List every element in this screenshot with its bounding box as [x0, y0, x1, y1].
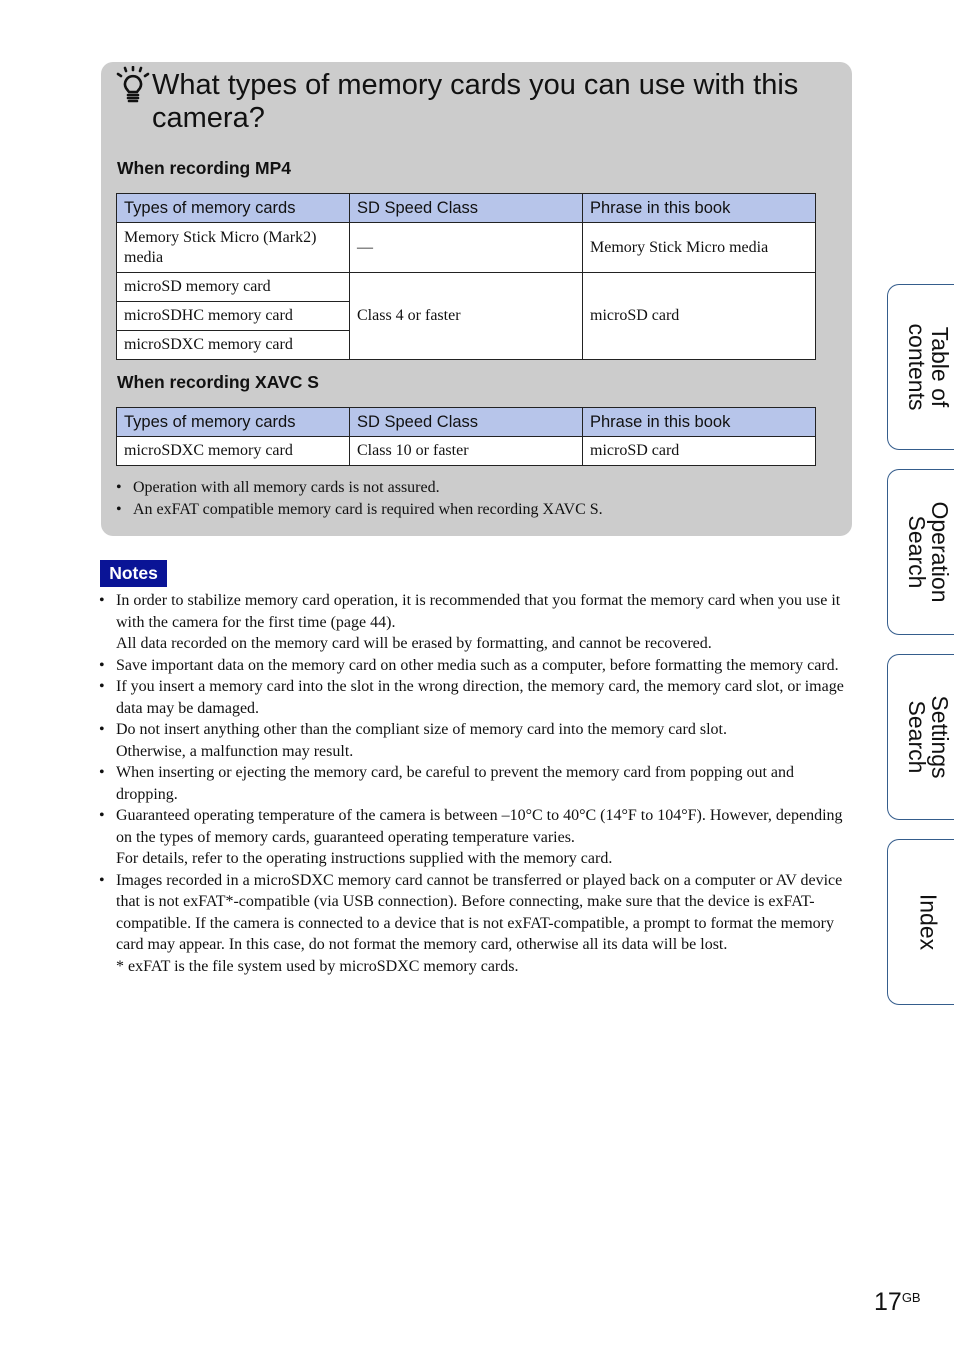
table-cell-speed: Class 10 or faster [349, 436, 583, 466]
column-header: Types of memory cards [116, 407, 350, 437]
list-item: An exFAT compatible memory card is requi… [116, 499, 603, 521]
note-text: Save important data on the memory card o… [116, 656, 839, 674]
note-item: Save important data on the memory card o… [99, 655, 859, 677]
xavc-section-heading: When recording XAVC S [117, 372, 319, 392]
tab-label: Settings Search [904, 695, 953, 779]
page-number: 17GB [874, 1288, 921, 1317]
note-item: Guaranteed operating temperature of the … [99, 805, 859, 870]
tab-settings-search[interactable]: Settings Search [887, 654, 954, 820]
note-subtext: Otherwise, a malfunction may result. [116, 742, 354, 760]
mp4-section-heading: When recording MP4 [117, 158, 292, 178]
note-subtext: All data recorded on the memory card wil… [116, 635, 712, 652]
table-cell-type: microSDHC memory card [116, 301, 350, 331]
table-cell-type: microSDXC memory card [116, 330, 350, 360]
note-subtext: For details, refer to the operating inst… [116, 850, 613, 867]
note-item: If you insert a memory card into the slo… [99, 676, 859, 719]
table-cell-type: microSDXC memory card [116, 436, 350, 466]
footnote: * exFAT is the file system used by micro… [116, 957, 519, 975]
note-text: Images recorded in a microSDXC memory ca… [116, 871, 843, 954]
table-cell-phrase: microSD card [582, 436, 816, 466]
tab-table-of-contents[interactable]: Table of contents [887, 284, 954, 450]
note-text: In order to stabilize memory card operat… [116, 592, 841, 631]
note-item: Do not insert anything other than the co… [99, 719, 859, 762]
list-item: Operation with all memory cards is not a… [116, 477, 603, 499]
table-cell-speed: Class 4 or faster [349, 272, 583, 360]
tab-index[interactable]: Index [887, 839, 954, 1005]
column-header: SD Speed Class [349, 407, 583, 437]
table-cell-phrase: Memory Stick Micro media [582, 222, 816, 273]
page-suffix: GB [901, 1290, 921, 1305]
table-header-row: Types of memory cards SD Speed Class Phr… [116, 407, 816, 437]
note-text: Guaranteed operating temperature of the … [116, 807, 843, 846]
tab-label: Operation Search [904, 501, 953, 603]
xavc-memory-card-table: Types of memory cards SD Speed Class Phr… [116, 407, 816, 466]
panel-bullet-list: Operation with all memory cards is not a… [116, 477, 603, 521]
column-header: SD Speed Class [349, 193, 583, 223]
note-item: Images recorded in a microSDXC memory ca… [99, 870, 859, 956]
table-cell-type: Memory Stick Micro (Mark2) media [116, 222, 350, 273]
note-text: Do not insert anything other than the co… [116, 721, 727, 738]
column-header: Phrase in this book [582, 193, 816, 223]
table-header-row: Types of memory cards SD Speed Class Phr… [116, 193, 816, 223]
page-title: What types of memory cards you can use w… [152, 69, 799, 134]
table-cell-type: microSD memory card [116, 272, 350, 302]
tab-label: Table of contents [904, 323, 953, 411]
note-item: When inserting or ejecting the memory ca… [99, 762, 859, 805]
hint-lightbulb-icon [116, 66, 150, 103]
table-cell-phrase: microSD card [582, 272, 816, 360]
notes-badge: Notes [100, 560, 167, 587]
table-row: Memory Stick Micro (Mark2) media — Memor… [116, 222, 816, 273]
table-row: microSDXC memory card Class 10 or faster… [116, 436, 816, 466]
page-number-value: 17 [874, 1288, 902, 1316]
table-row: microSD memory card Class 4 or faster mi… [116, 272, 816, 360]
note-text: When inserting or ejecting the memory ca… [116, 764, 794, 803]
mp4-memory-card-table: Types of memory cards SD Speed Class Phr… [116, 193, 816, 360]
column-header: Phrase in this book [582, 407, 816, 437]
table-cell-speed: — [349, 222, 583, 273]
tab-label: Index [915, 893, 942, 951]
tab-operation-search[interactable]: Operation Search [887, 469, 954, 635]
note-item: In order to stabilize memory card operat… [99, 590, 859, 655]
column-header: Types of memory cards [116, 193, 350, 223]
note-text: If you insert a memory card into the slo… [116, 678, 844, 717]
notes-list: In order to stabilize memory card operat… [99, 590, 859, 977]
